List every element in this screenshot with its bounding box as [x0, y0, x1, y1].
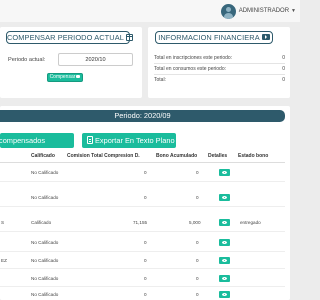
col-header-calificado: Calificado: [31, 153, 55, 159]
view-details-button[interactable]: [219, 239, 230, 246]
compensados-label: compensados: [0, 136, 46, 145]
cell-comision: 0: [144, 292, 147, 297]
cell-bono: 0: [196, 292, 199, 297]
divider: [0, 162, 285, 163]
cell-comision: 0: [144, 170, 147, 175]
divider: [0, 206, 285, 207]
divider: [0, 181, 285, 182]
info-row-inscripciones: Total en inscripciones este periodo: 0: [154, 55, 285, 62]
period-bar: Periodo: 2020/09: [0, 110, 285, 122]
period-input[interactable]: [58, 53, 133, 66]
cell-estado: entregado: [240, 220, 261, 225]
calendar-icon: [76, 75, 81, 78]
cell-calificado: No Calificado: [31, 170, 59, 175]
info-row-total: Total: 0: [154, 77, 285, 84]
info-label: Total en inscripciones este periodo:: [154, 55, 233, 61]
info-row-consumos: Total en consumos este periodo: 0: [154, 66, 285, 73]
avatar-icon: [220, 3, 236, 19]
cell-comision: 0: [144, 258, 147, 263]
compensar-title: COMPENSAR PERIODO ACTUAL: [6, 31, 133, 44]
cell-bono: 0: [196, 240, 199, 245]
col-header-estado: Estado bono: [238, 153, 269, 159]
divider: [0, 231, 285, 232]
compensar-button[interactable]: Compensar: [47, 73, 83, 82]
financiera-title-text: INFORMACION FINANCIERA: [158, 33, 260, 42]
col-header-detalles: Detalles: [208, 153, 228, 159]
compensar-button-label: Compensar: [49, 74, 76, 80]
top-bar: ADMINISTRADOR ▼: [0, 0, 300, 22]
calendar-icon: [125, 34, 133, 41]
cell-bono: 0: [196, 195, 199, 200]
cell-comision: 0: [144, 240, 147, 245]
compensar-title-text: COMPENSAR PERIODO ACTUAL: [7, 33, 124, 42]
financiera-title: INFORMACION FINANCIERA: [155, 31, 273, 44]
export-label: Exportar En Texto Plano: [95, 136, 175, 145]
document-icon: [87, 136, 93, 144]
info-value: 0: [282, 77, 285, 83]
compensados-button[interactable]: compensados: [0, 133, 74, 148]
divider: [0, 251, 285, 252]
col-header-bono: Bono Acumulado: [156, 153, 198, 159]
cell-comision: 71,155: [133, 220, 148, 225]
view-details-button[interactable]: [219, 275, 230, 282]
cell-bono: 5,000: [189, 220, 201, 225]
divider: [0, 286, 285, 287]
divider: [154, 74, 285, 75]
chevron-down-icon: ▼: [291, 8, 296, 14]
view-details-button[interactable]: [219, 219, 230, 226]
period-label: Periodo actual:: [8, 57, 46, 63]
info-label: Total en consumos este periodo:: [154, 66, 226, 72]
info-value: 0: [282, 55, 285, 61]
divider: [0, 268, 285, 269]
view-details-button[interactable]: [219, 169, 230, 176]
cell-calificado: No Calificado: [31, 292, 59, 297]
user-name: ADMINISTRADOR: [238, 8, 290, 14]
info-label: Total:: [154, 77, 166, 83]
cell-calificado: No Calificado: [31, 240, 59, 245]
cell-bono: 0: [196, 258, 199, 263]
cell-calificado: No Calificado: [31, 258, 59, 263]
cell-bono: 0: [196, 170, 199, 175]
cell-calificado: No Calificado: [31, 195, 59, 200]
cell-calificado: No Calificado: [31, 276, 59, 281]
cell-calificado: Calificado: [31, 220, 52, 225]
user-menu[interactable]: ADMINISTRADOR ▼: [220, 3, 296, 19]
view-details-button[interactable]: [219, 257, 230, 264]
view-details-button[interactable]: [219, 291, 230, 298]
view-details-button[interactable]: [219, 194, 230, 201]
export-button[interactable]: Exportar En Texto Plano: [82, 133, 176, 148]
cell-bono: 0: [196, 276, 199, 281]
play-box-icon: [261, 34, 270, 40]
cell-name-fragment: S: [1, 220, 5, 225]
cell-comision: 0: [144, 195, 147, 200]
info-value: 0: [282, 66, 285, 72]
cell-name-fragment: EZ: [1, 258, 7, 263]
divider: [154, 63, 285, 64]
cell-comision: 0: [144, 276, 147, 281]
col-header-comision: Comision Total Compresion D.: [67, 153, 140, 159]
